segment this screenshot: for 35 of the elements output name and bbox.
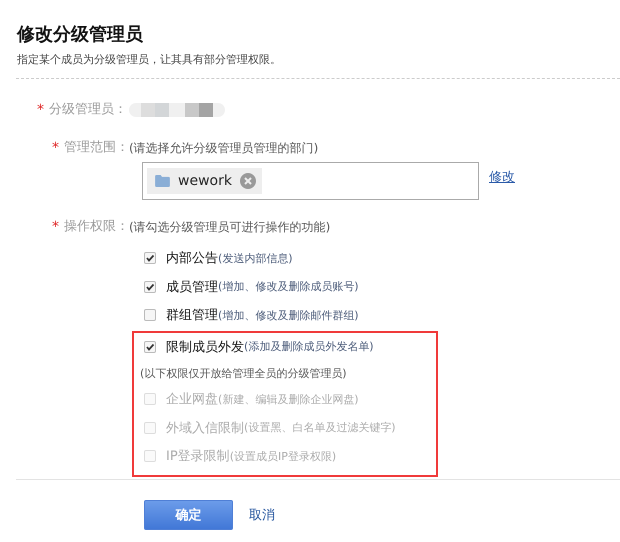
permission-label: 成员管理: [166, 278, 218, 296]
permission-note: (以下权限仅开放给管理全员的分级管理员): [139, 366, 348, 382]
page-title: 修改分级管理员: [17, 23, 144, 47]
permission-label: IP登录限制: [166, 448, 230, 466]
department-name: wework: [178, 173, 232, 189]
permission-label: 群组管理: [166, 307, 218, 324]
permission-description: (增加、修改及删除邮件群组): [218, 308, 359, 323]
field-hint: (请勾选分级管理员可进行操作的功能): [129, 219, 330, 236]
permission-description: (设置黑、白名单及过滤关键字): [244, 420, 396, 436]
field-label: 操作权限：: [64, 218, 129, 236]
required-mark: *: [52, 139, 60, 157]
department-field[interactable]: wework: [142, 162, 479, 200]
permission-description: (设置成员IP登录权限): [230, 448, 336, 464]
checkbox[interactable]: [144, 252, 156, 264]
remove-icon[interactable]: [240, 173, 256, 189]
permission-label: 内部公告: [166, 250, 218, 268]
permission-label: 企业网盘: [166, 391, 218, 408]
folder-icon: [155, 175, 170, 187]
field-hint: (请选择允许分级管理员管理的部门): [129, 140, 318, 157]
permission-description: (添加及删除成员外发名单): [244, 339, 374, 354]
field-label: 管理范围：: [64, 139, 129, 157]
edit-link[interactable]: 修改: [489, 168, 515, 186]
checkbox[interactable]: [144, 309, 156, 322]
permission-label: 限制成员外发: [166, 338, 244, 356]
checkbox[interactable]: [144, 280, 156, 293]
permission-description: (新建、编辑及删除企业网盘): [218, 392, 359, 407]
permission-description: (发送内部信息): [218, 250, 293, 266]
permission-label: 外域入信限制: [166, 420, 244, 437]
required-mark: *: [37, 101, 45, 119]
required-mark: *: [52, 218, 60, 236]
permission-description: (增加、修改及删除成员账号): [218, 279, 359, 294]
cancel-link[interactable]: 取消: [249, 506, 275, 524]
page-subtitle: 指定某个成员为分级管理员，让其具有部分管理权限。: [17, 52, 282, 68]
checkbox[interactable]: [144, 340, 156, 353]
field-label: 分级管理员：: [49, 101, 127, 119]
